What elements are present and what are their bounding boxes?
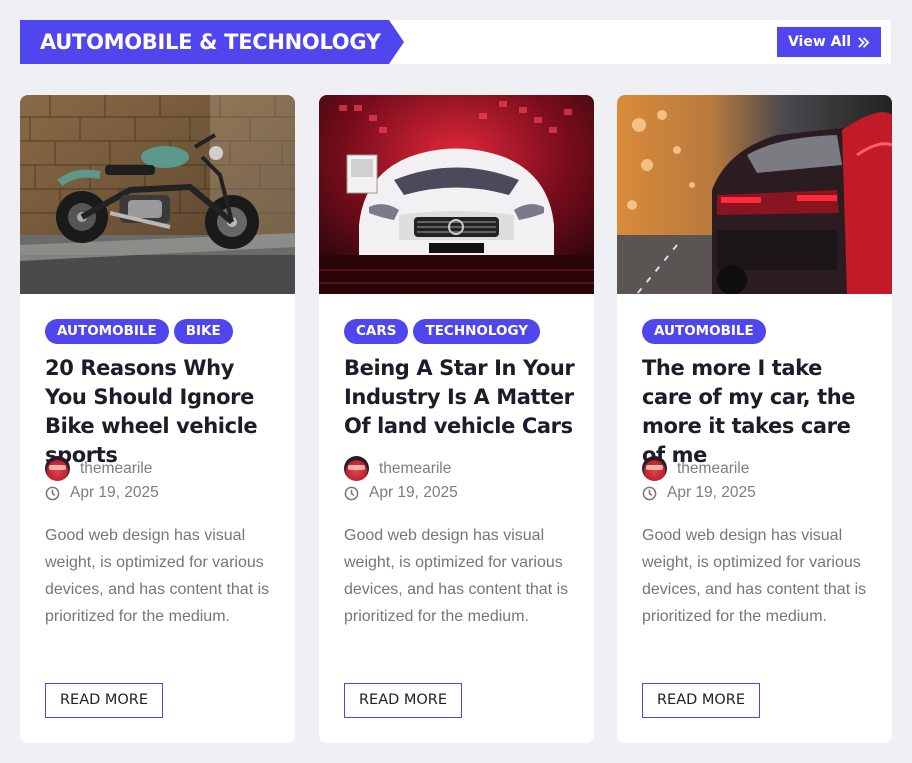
read-more-button[interactable]: READ MORE — [344, 683, 462, 718]
post-author[interactable]: themearile — [642, 456, 749, 481]
clock-icon — [344, 486, 359, 500]
double-chevron-right-icon — [858, 36, 870, 48]
post-card: AUTOMOBILE BIKE 20 Reasons Why You Shoul… — [20, 95, 295, 743]
read-more-button[interactable]: READ MORE — [642, 683, 760, 718]
avatar — [642, 456, 667, 481]
view-all-label: View All — [787, 34, 852, 50]
tag-automobile[interactable]: AUTOMOBILE — [45, 319, 169, 344]
tag-automobile[interactable]: AUTOMOBILE — [642, 319, 766, 344]
avatar — [344, 456, 369, 481]
author-name[interactable]: themearile — [677, 460, 749, 478]
post-author[interactable]: themearile — [45, 456, 152, 481]
view-all-button[interactable]: View All — [777, 27, 881, 57]
tag-technology[interactable]: TECHNOLOGY — [413, 319, 541, 344]
post-tags: AUTOMOBILE — [642, 319, 766, 344]
post-excerpt: Good web design has visual weight, is op… — [642, 527, 867, 625]
post-date: Apr 19, 2025 — [45, 484, 159, 502]
section-title-arrow — [389, 20, 404, 64]
post-tags: CARS TECHNOLOGY — [344, 319, 541, 344]
post-tags: AUTOMOBILE BIKE — [45, 319, 233, 344]
post-card: AUTOMOBILE The more I take care of my ca… — [617, 95, 892, 743]
clock-icon — [45, 486, 60, 500]
post-excerpt: Good web design has visual weight, is op… — [45, 527, 270, 625]
date-text: Apr 19, 2025 — [369, 484, 458, 501]
date-text: Apr 19, 2025 — [70, 484, 159, 501]
read-more-button[interactable]: READ MORE — [45, 683, 163, 718]
tag-bike[interactable]: BIKE — [173, 319, 233, 344]
post-date: Apr 19, 2025 — [344, 484, 458, 502]
post-title[interactable]: The more I take care of my car, the more… — [642, 354, 874, 470]
clock-icon — [642, 486, 657, 500]
post-author[interactable]: themearile — [344, 456, 451, 481]
avatar — [45, 456, 70, 481]
automobile-technology-section: AUTOMOBILE & TECHNOLOGY View All AUTOMOB… — [0, 0, 912, 763]
post-title[interactable]: 20 Reasons Why You Should Ignore Bike wh… — [45, 354, 277, 470]
post-title[interactable]: Being A Star In Your Industry Is A Matte… — [344, 354, 576, 441]
date-text: Apr 19, 2025 — [667, 484, 756, 501]
post-image-red-car[interactable] — [617, 95, 892, 294]
author-name[interactable]: themearile — [80, 460, 152, 478]
post-date: Apr 19, 2025 — [642, 484, 756, 502]
post-image-sports-car[interactable] — [319, 95, 594, 294]
post-image-motorcycle[interactable] — [20, 95, 295, 294]
post-excerpt: Good web design has visual weight, is op… — [344, 527, 569, 625]
tag-cars[interactable]: CARS — [344, 319, 409, 344]
section-header: AUTOMOBILE & TECHNOLOGY View All — [20, 20, 891, 64]
author-name[interactable]: themearile — [379, 460, 451, 478]
post-card: CARS TECHNOLOGY Being A Star In Your Ind… — [319, 95, 594, 743]
section-title: AUTOMOBILE & TECHNOLOGY — [20, 20, 389, 64]
